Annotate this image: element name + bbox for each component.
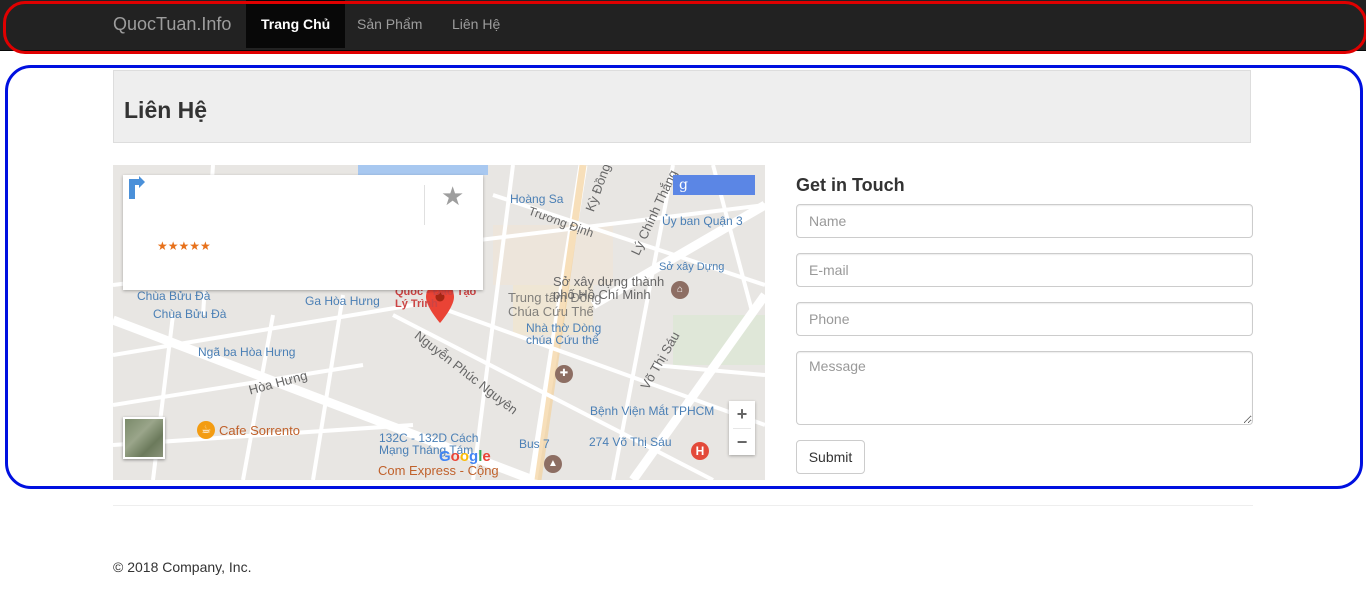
form-title: Get in Touch — [796, 175, 905, 195]
hospital-icon: H — [691, 442, 709, 460]
message-textarea[interactable] — [796, 351, 1253, 425]
phone-input[interactable] — [796, 302, 1253, 336]
museum-icon: ⌂ — [671, 281, 689, 299]
map-label: Nhà thờ Dòng chúa Cứu thế — [526, 321, 602, 347]
footer-divider — [113, 505, 1253, 506]
name-input[interactable] — [796, 204, 1253, 238]
footer-copyright: © 2018 Company, Inc. — [113, 559, 252, 575]
google-logo-letter: G — [439, 448, 451, 465]
navbar-brand[interactable]: QuocTuan.Info — [113, 14, 231, 35]
google-logo-letter: e — [482, 448, 491, 465]
google-logo-letter: g — [469, 448, 479, 465]
cafe-icon: ☕ — [197, 421, 215, 439]
star-icon[interactable]: ★ — [441, 181, 464, 212]
nav-item-trang-chu[interactable]: Trang Chủ — [246, 0, 346, 48]
zoom-in-button[interactable]: + — [729, 401, 755, 428]
map-label: Ga Hòa Hưng — [305, 294, 380, 308]
page-header: Liên Hệ — [113, 70, 1251, 143]
rating-stars: ★★★★★ — [157, 239, 211, 253]
place-info-card: ★ ★★★★★ — [123, 175, 483, 290]
map-label: Com Express - Cộng — [378, 463, 499, 478]
satellite-toggle[interactable] — [123, 417, 165, 459]
map-label: Chùa Bửu Đà — [153, 307, 227, 321]
map-label: Ngã ba Hòa Hưng — [198, 345, 296, 359]
map-label: Cafe Sorrento — [219, 423, 300, 438]
directions-icon[interactable] — [123, 175, 149, 201]
card-divider — [424, 185, 425, 225]
zoom-controls: + − — [729, 401, 755, 455]
school-icon: ▲ — [544, 455, 562, 473]
email-input[interactable] — [796, 253, 1253, 287]
page-title: Liên Hệ — [124, 97, 208, 123]
map-label: Trung tâm Đồng Chúa Cứu Thế — [508, 290, 602, 319]
google-logo-letter: o — [450, 448, 460, 465]
map-label: Bus 7 — [519, 437, 550, 451]
church-icon: ✚ — [555, 365, 573, 383]
map-label: Hoàng Sa — [510, 192, 564, 206]
google-map[interactable]: Hoàng Sa Trương Định Ủy ban Quận 3 Sở xâ… — [113, 165, 765, 480]
map-label: 274 Võ Thị Sáu — [589, 435, 672, 449]
map-label: Ủy ban Quận 3 — [662, 214, 743, 228]
google-plus-badge[interactable]: g — [673, 175, 755, 195]
nav-item-lien-he[interactable]: Liên Hệ — [437, 0, 515, 48]
google-logo-letter: o — [459, 448, 470, 465]
submit-button[interactable]: Submit — [796, 440, 865, 474]
google-logo: Google — [439, 448, 491, 465]
top-navbar: QuocTuan.Info Trang Chủ Sản Phẩm Liên Hệ — [0, 0, 1366, 51]
zoom-out-button[interactable]: − — [729, 429, 755, 456]
map-label: Chùa Bửu Đà — [137, 289, 211, 303]
nav-item-san-pham[interactable]: Sản Phẩm — [342, 0, 437, 48]
map-label: Sở xây Dựng — [659, 261, 725, 273]
map-label: Bệnh Viện Mắt TPHCM — [590, 404, 715, 418]
